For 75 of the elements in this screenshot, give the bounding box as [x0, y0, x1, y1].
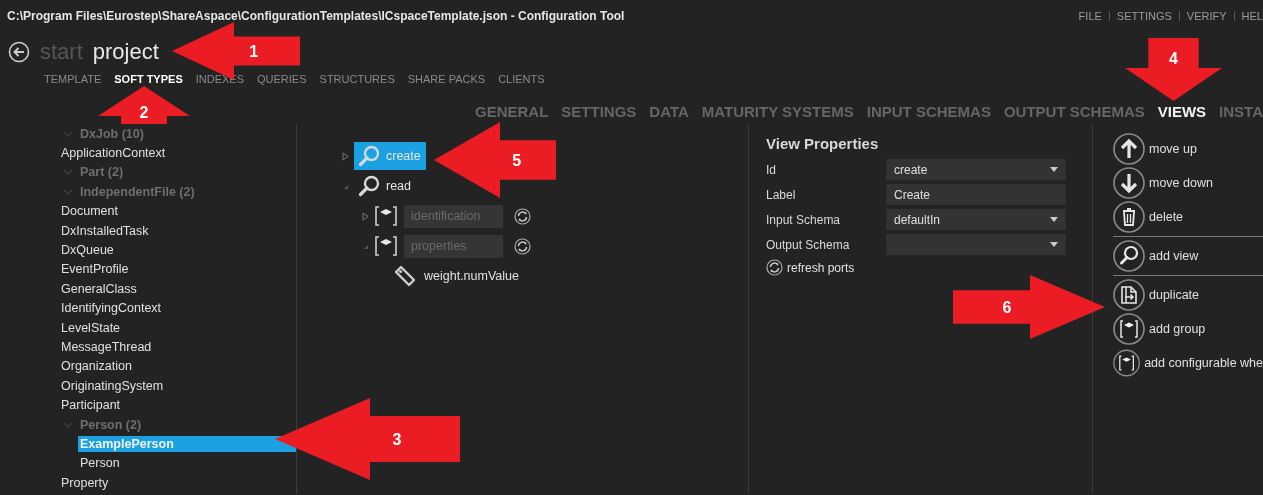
nav-tab[interactable]: TEMPLATE — [44, 73, 102, 85]
tree-item[interactable]: Organization — [59, 358, 134, 375]
chevron-icon[interactable] — [63, 130, 73, 137]
nav-tab[interactable]: SOFT TYPES — [114, 73, 183, 85]
chevron-icon[interactable] — [63, 188, 73, 195]
annotation-arrow: 2 — [98, 86, 190, 124]
field-label: Id — [766, 162, 777, 177]
annotation-arrow: 6 — [953, 275, 1105, 339]
arrow-up-icon — [1113, 133, 1145, 165]
document-icon — [1113, 279, 1145, 311]
field-label: Input Schema — [766, 212, 842, 227]
menu-item[interactable]: FILE — [1078, 10, 1102, 22]
refresh-icon[interactable] — [514, 237, 531, 255]
action-button[interactable]: duplicate — [1113, 279, 1263, 311]
group-icon — [1113, 313, 1145, 345]
tree-item[interactable]: EventProfile — [59, 261, 131, 278]
tree-item[interactable]: ApplicationContext — [59, 145, 168, 162]
tree-item[interactable]: OriginatingSystem — [59, 377, 166, 394]
view-item[interactable]: read — [354, 172, 417, 200]
nav-tab[interactable]: SHARE PACKS — [407, 73, 486, 85]
chevron-icon[interactable] — [63, 421, 73, 428]
action-button[interactable]: add view — [1113, 240, 1263, 272]
tree-item[interactable]: Person — [78, 455, 122, 472]
dropdown[interactable]: defaultIn — [886, 209, 1066, 230]
search-icon — [358, 145, 380, 167]
annotation-arrow: 3 — [275, 398, 460, 480]
tree-item[interactable]: LevelState — [59, 319, 123, 336]
arrow-down-icon — [1113, 167, 1145, 199]
caret-icon — [1050, 217, 1058, 222]
annotation-arrow: 4 — [1125, 38, 1222, 101]
group-icon — [1113, 347, 1141, 379]
action-button[interactable]: move down — [1113, 167, 1263, 199]
tag-icon — [394, 265, 416, 287]
action-button[interactable]: delete — [1113, 201, 1263, 233]
trash-icon — [1113, 201, 1145, 233]
tree-item[interactable]: DxInstalledTask — [59, 222, 151, 239]
refresh-icon[interactable] — [514, 207, 531, 225]
field-label: Label — [766, 187, 797, 202]
dropdown[interactable]: create — [886, 159, 1066, 180]
expander-icon[interactable] — [341, 151, 350, 161]
text-field[interactable]: Create — [886, 184, 1066, 205]
port-name[interactable]: weight.numValue — [424, 269, 519, 283]
group-icon — [374, 234, 398, 258]
menu-item[interactable]: SETTINGS — [1116, 10, 1172, 22]
annotation-arrow: 5 — [434, 122, 556, 198]
menu-item[interactable]: HEL — [1241, 10, 1263, 22]
nav-tab[interactable]: QUERIES — [257, 73, 307, 85]
window-title: C:\Program Files\Eurostep\ShareAspace\ConfigurationTemplates\ICspaceTemplate.json - Configuration Tool — [7, 9, 625, 23]
tree-item[interactable]: Document — [59, 203, 120, 220]
search-icon — [358, 175, 380, 197]
panel-title: View Properties — [766, 135, 880, 154]
group-icon — [374, 204, 398, 228]
caret-icon — [1050, 242, 1058, 247]
refresh-ports-button[interactable]: refresh ports — [766, 259, 855, 276]
tree-item[interactable]: GeneralClass — [59, 280, 139, 297]
action-button[interactable]: add configurable whe — [1113, 347, 1263, 379]
tree-item[interactable]: Participant — [59, 397, 123, 414]
tree-item[interactable]: Property — [59, 474, 111, 491]
nav-tab[interactable]: STRUCTURES — [319, 73, 395, 85]
breadcrumb-item: project — [92, 39, 159, 65]
action-button[interactable]: add group — [1113, 313, 1263, 345]
menu-item[interactable]: VERIFY — [1186, 10, 1227, 22]
back-icon[interactable] — [8, 41, 30, 63]
field-label: Output Schema — [766, 237, 851, 252]
caret-icon — [1050, 167, 1058, 172]
chevron-icon[interactable] — [63, 169, 73, 176]
search-icon — [1113, 240, 1145, 272]
expander-icon[interactable] — [361, 211, 370, 221]
tree-item[interactable]: DxQueue — [59, 242, 116, 259]
section-tab[interactable]: VIEWS — [1157, 103, 1207, 120]
tree-item[interactable]: IdentifyingContext — [59, 300, 164, 317]
refresh-icon — [766, 259, 783, 276]
nav-tab[interactable]: CLIENTS — [498, 73, 545, 85]
action-button[interactable]: move up — [1113, 133, 1263, 165]
tree-item[interactable]: MessageThread — [59, 339, 154, 355]
